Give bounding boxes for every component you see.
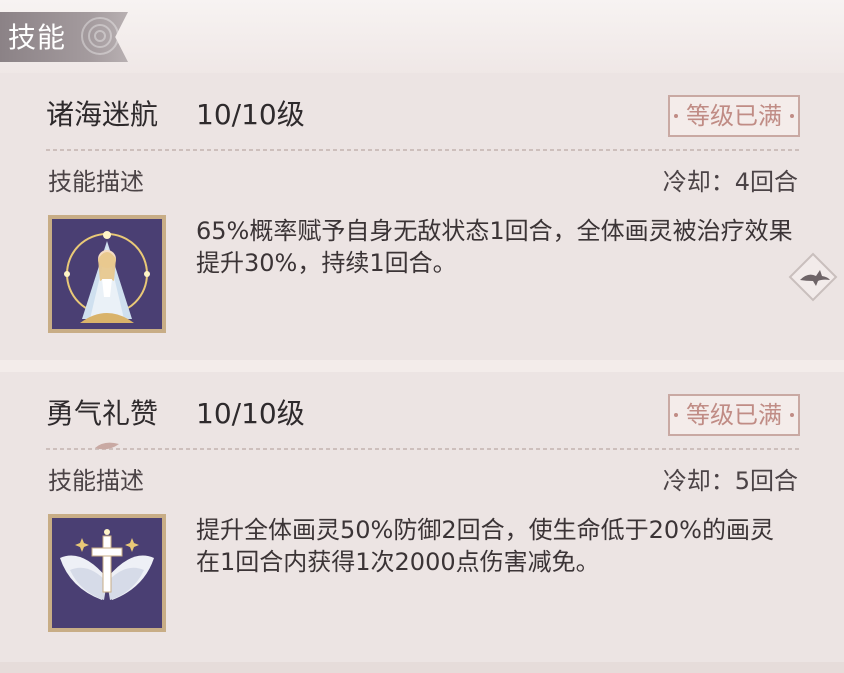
header-background — [0, 0, 844, 75]
divider — [46, 149, 800, 151]
petal-decoration-icon — [95, 442, 119, 450]
skill-icon-frame[interactable] — [48, 215, 166, 333]
skill-name: 诸海迷航 — [46, 98, 159, 131]
skill-card: 诸海迷航 10/10级 等级已满 技能描述 冷却：4回合 65%概率赋予自身无敌… — [0, 73, 844, 360]
section-title: 技能 — [8, 21, 67, 54]
skill-cooldown: 冷却：4回合 — [662, 168, 798, 196]
skill-description: 提升全体画灵50%防御2回合，使生命低于20%的画灵在1回合内获得1次2000点… — [196, 516, 774, 576]
skill-desc-label: 技能描述 — [48, 168, 144, 196]
skill-cooldown: 冷却：5回合 — [662, 467, 798, 495]
praying-maiden-icon — [52, 219, 162, 329]
level-max-badge: 等级已满 — [668, 394, 800, 436]
skill-level: 10/10级 — [196, 98, 305, 131]
divider — [46, 448, 800, 450]
winged-cross-icon — [52, 518, 162, 628]
skill-description: 65%概率赋予自身无敌状态1回合，全体画灵被治疗效果提升30%，持续1回合。 — [196, 217, 793, 277]
skill-name: 勇气礼赞 — [46, 397, 159, 430]
bottom-edge — [0, 662, 844, 673]
badge-label: 等级已满 — [686, 102, 782, 130]
skill-desc-label: 技能描述 — [48, 467, 144, 495]
skill-level: 10/10级 — [196, 397, 305, 430]
skill-icon-frame[interactable] — [48, 514, 166, 632]
level-max-badge: 等级已满 — [668, 95, 800, 137]
next-arrow-icon[interactable] — [786, 250, 840, 304]
skill-card: 勇气礼赞 10/10级 等级已满 技能描述 冷却：5回合 提升全体画灵50%防御… — [0, 372, 844, 662]
badge-label: 等级已满 — [686, 401, 782, 429]
